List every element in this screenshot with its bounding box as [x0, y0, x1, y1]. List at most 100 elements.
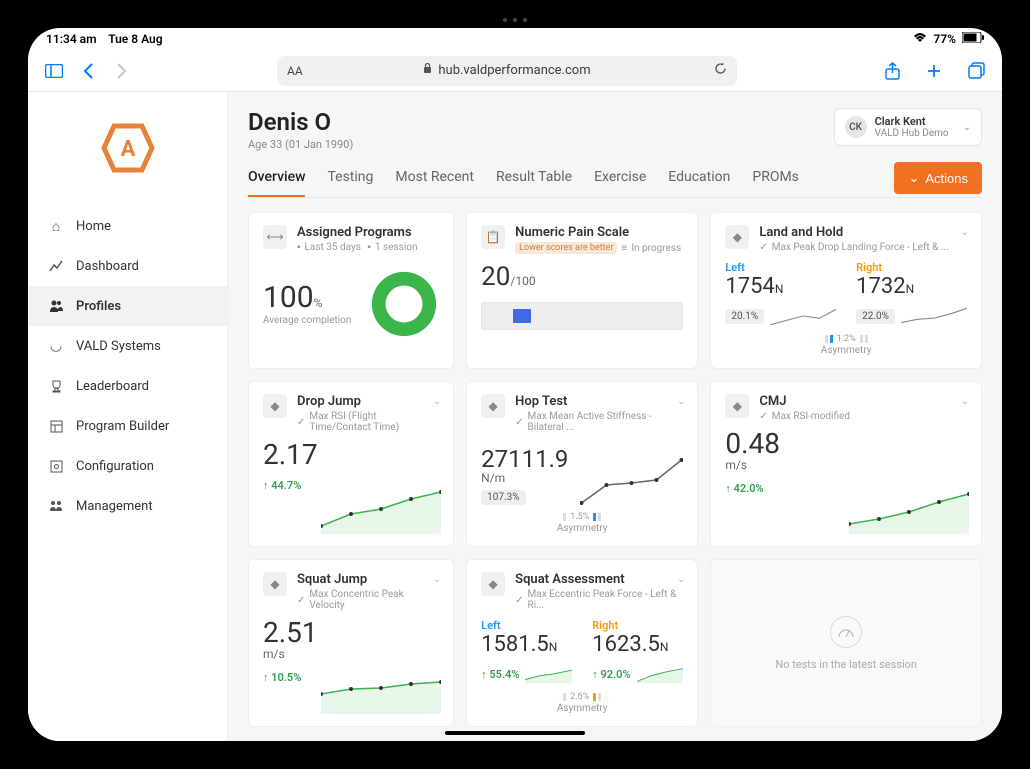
- card-pain-scale[interactable]: 📋 Numeric Pain Scale Lower scores are be…: [466, 212, 698, 369]
- browser-bar: AA hub.valdperformance.com: [28, 50, 1002, 92]
- tab-exercise[interactable]: Exercise: [594, 159, 646, 197]
- asymmetry-label: Asymmetry: [821, 345, 872, 356]
- sidebar-item-program-builder[interactable]: Program Builder: [28, 406, 227, 446]
- gear-icon: [48, 458, 64, 474]
- tab-proms[interactable]: PROMs: [752, 159, 799, 197]
- card-title: Assigned Programs: [297, 225, 417, 240]
- donut-chart: [369, 269, 439, 339]
- trend-chart: [321, 664, 441, 714]
- profile-age: Age 33 (01 Jan 1990): [248, 138, 353, 151]
- tab-result-table[interactable]: Result Table: [496, 159, 572, 197]
- sidebar-item-label: Leaderboard: [76, 379, 149, 394]
- battery-pct: 77%: [933, 32, 956, 46]
- avatar: CK: [845, 116, 867, 138]
- sidebar-item-label: Home: [76, 219, 111, 234]
- main-content: Denis O Age 33 (01 Jan 1990) CK Clark Ke…: [228, 92, 1002, 741]
- text-size-button[interactable]: AA: [287, 64, 303, 78]
- pain-score: 20: [481, 262, 510, 292]
- chevron-down-icon[interactable]: ⌄: [677, 574, 685, 585]
- asymmetry-label: Asymmetry: [557, 523, 608, 534]
- chevron-down-icon[interactable]: ⌄: [961, 396, 969, 407]
- tab-education[interactable]: Education: [668, 159, 730, 197]
- card-assigned-programs[interactable]: ⟷ Assigned Programs ▪ Last 35 days ▪ 1 s…: [248, 212, 454, 369]
- metric-value: 2.51: [263, 619, 439, 647]
- chevron-down-icon[interactable]: ⌄: [961, 227, 969, 238]
- svg-text:A: A: [120, 137, 135, 162]
- sparkline: [637, 663, 684, 685]
- sidebar-item-profiles[interactable]: Profiles: [28, 286, 227, 326]
- clipboard-icon: 📋: [481, 225, 505, 249]
- card-title: Land and Hold: [759, 225, 948, 240]
- sidebar-item-vald-systems[interactable]: ◡ VALD Systems: [28, 326, 227, 366]
- card-hop-test[interactable]: ⌄ ◆ Hop Test ✓ Max Mean Active Stiffness…: [466, 381, 698, 547]
- programs-icon: ⟷: [263, 225, 287, 249]
- sidebar-item-label: Management: [76, 499, 153, 514]
- sidebar-item-configuration[interactable]: Configuration: [28, 446, 227, 486]
- completion-label: Average completion: [263, 315, 351, 326]
- wifi-icon: [913, 32, 927, 46]
- url-text: hub.valdperformance.com: [438, 63, 590, 78]
- lock-icon: [423, 63, 432, 78]
- card-squat-assessment[interactable]: ⌄ ◆ Squat Assessment ✓ Max Eccentric Pea…: [466, 559, 698, 727]
- plates-icon: ◆: [725, 394, 749, 418]
- user-icon: [48, 298, 64, 314]
- gauge-icon: [830, 616, 862, 648]
- home-indicator[interactable]: [445, 731, 585, 735]
- card-squat-jump[interactable]: ⌄ ◆ Squat Jump ✓ Max Concentric Peak Vel…: [248, 559, 454, 727]
- status-time: 11:34 am: [46, 32, 97, 46]
- people-icon: [48, 498, 64, 514]
- new-tab-icon[interactable]: [922, 59, 946, 83]
- change-value: ↑ 10.5%: [263, 671, 301, 684]
- card-title: Numeric Pain Scale: [515, 225, 681, 240]
- share-icon[interactable]: [880, 59, 904, 83]
- tab-most-recent[interactable]: Most Recent: [395, 159, 474, 197]
- card-cmj[interactable]: ⌄ ◆ CMJ ✓ Max RSI-modified 0.48 m/s ↑ 42…: [710, 381, 982, 547]
- sidebar-item-home[interactable]: ⌂ Home: [28, 206, 227, 246]
- change-value: ↑ 42.0%: [725, 482, 763, 495]
- trend-chart: [580, 455, 683, 505]
- sidebar-item-dashboard[interactable]: Dashboard: [28, 246, 227, 286]
- user-menu[interactable]: CK Clark Kent VALD Hub Demo ⌄: [834, 108, 982, 146]
- card-drop-jump[interactable]: ⌄ ◆ Drop Jump ✓ Max RSI (Flight Time/Con…: [248, 381, 454, 547]
- plates-icon: ◆: [263, 394, 287, 418]
- chart-icon: [48, 258, 64, 274]
- user-name: Clark Kent: [875, 115, 949, 128]
- sidebar-item-label: Program Builder: [76, 419, 169, 434]
- home-icon: ⌂: [48, 218, 64, 234]
- chevron-down-icon[interactable]: ⌄: [433, 396, 441, 407]
- forward-button[interactable]: [110, 59, 134, 83]
- sparkline: [901, 305, 967, 327]
- right-label: Right: [592, 619, 683, 632]
- sidebar-item-label: Dashboard: [76, 259, 139, 274]
- actions-button[interactable]: ⌄ Actions: [894, 162, 982, 194]
- card-empty: No tests in the latest session: [710, 559, 982, 727]
- chevron-down-icon[interactable]: ⌄: [677, 396, 685, 407]
- card-land-and-hold[interactable]: ⌄ ◆ Land and Hold ✓ Max Peak Drop Landin…: [710, 212, 982, 369]
- completion-value: 100: [263, 280, 314, 315]
- sidebar-item-leaderboard[interactable]: Leaderboard: [28, 366, 227, 406]
- sidebar-item-label: Configuration: [76, 459, 154, 474]
- left-label: Left: [481, 619, 572, 632]
- tabs-icon[interactable]: [964, 59, 988, 83]
- layout-icon: [48, 418, 64, 434]
- tab-testing[interactable]: Testing: [327, 159, 373, 197]
- metric-value: 0.48: [725, 430, 967, 458]
- url-bar[interactable]: AA hub.valdperformance.com: [277, 56, 737, 86]
- sidebar-toggle-icon[interactable]: [42, 59, 66, 83]
- user-org: VALD Hub Demo: [875, 128, 949, 139]
- sidebar-item-label: VALD Systems: [76, 339, 161, 354]
- sidebar-item-management[interactable]: Management: [28, 486, 227, 526]
- chevron-down-icon[interactable]: ⌄: [433, 574, 441, 585]
- tab-overview[interactable]: Overview: [248, 159, 305, 197]
- card-title: Hop Test: [515, 394, 683, 409]
- chevron-down-icon: ⌄: [963, 122, 971, 133]
- back-button[interactable]: [76, 59, 100, 83]
- trophy-icon: [48, 378, 64, 394]
- refresh-icon[interactable]: [714, 62, 727, 79]
- battery-icon: [962, 32, 984, 46]
- sidebar-item-label: Profiles: [76, 299, 121, 314]
- right-label: Right: [856, 261, 967, 274]
- metric-value: 2.17: [263, 441, 439, 469]
- app-logo: A: [28, 102, 227, 206]
- plates-icon: ◆: [725, 225, 749, 249]
